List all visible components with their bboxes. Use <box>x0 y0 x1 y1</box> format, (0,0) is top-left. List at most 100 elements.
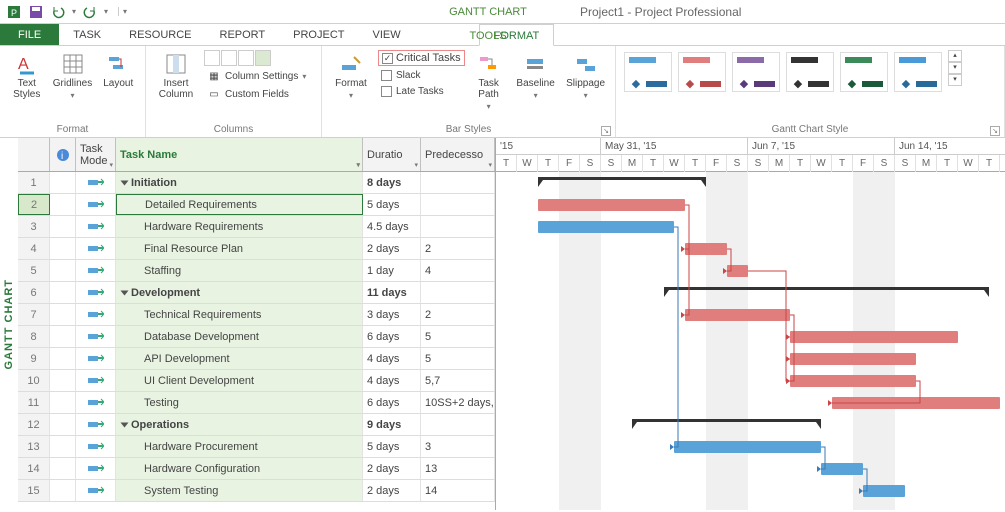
redo-icon[interactable] <box>82 4 98 20</box>
duration-cell[interactable]: 1 day <box>363 260 421 281</box>
tab-project[interactable]: PROJECT <box>279 24 358 45</box>
row-number[interactable]: 4 <box>18 238 50 259</box>
task-mode-cell[interactable] <box>76 172 116 193</box>
align-right-button[interactable] <box>238 50 254 66</box>
table-row[interactable]: 3 Hardware Requirements 4.5 days <box>18 216 495 238</box>
task-name-cell[interactable]: Detailed Requirements <box>116 194 363 215</box>
task-name-cell[interactable]: Final Resource Plan <box>116 238 363 259</box>
col-predecessors[interactable]: Predecesso▾ <box>421 138 495 171</box>
predecessor-cell[interactable]: 5,7 <box>421 370 495 391</box>
table-row[interactable]: 7 Technical Requirements 3 days 2 <box>18 304 495 326</box>
wrap-text-button[interactable] <box>255 50 271 66</box>
row-number[interactable]: 11 <box>18 392 50 413</box>
timescale-header[interactable]: '15May 31, '15Jun 7, '15Jun 14, '15TWTFS… <box>496 138 1005 172</box>
gantt-style-option[interactable] <box>678 52 726 92</box>
undo-icon[interactable] <box>50 4 66 20</box>
table-row[interactable]: 13 Hardware Procurement 5 days 3 <box>18 436 495 458</box>
gantt-bar[interactable] <box>685 309 790 321</box>
dropdown-icon[interactable]: ▾ <box>109 161 113 169</box>
gantt-style-option[interactable] <box>840 52 888 92</box>
slippage-button[interactable]: Slippage▾ <box>563 50 609 102</box>
task-mode-cell[interactable] <box>76 458 116 479</box>
predecessor-cell[interactable]: 2 <box>421 238 495 259</box>
predecessor-cell[interactable] <box>421 172 495 193</box>
gallery-more-button[interactable]: ▾ <box>948 74 962 86</box>
task-name-cell[interactable]: System Testing <box>116 480 363 501</box>
tab-report[interactable]: REPORT <box>206 24 280 45</box>
app-icon[interactable]: P <box>6 4 22 20</box>
tab-resource[interactable]: RESOURCE <box>115 24 205 45</box>
task-name-cell[interactable]: Technical Requirements <box>116 304 363 325</box>
task-mode-cell[interactable] <box>76 282 116 303</box>
gantt-bar[interactable] <box>832 397 1000 409</box>
row-number[interactable]: 9 <box>18 348 50 369</box>
predecessor-cell[interactable]: 2 <box>421 304 495 325</box>
insert-column-button[interactable]: Insert Column <box>152 50 200 102</box>
gantt-style-launcher[interactable]: ↘ <box>990 126 1000 136</box>
table-row[interactable]: 15 System Testing 2 days 14 <box>18 480 495 502</box>
row-number[interactable]: 10 <box>18 370 50 391</box>
task-name-cell[interactable]: Hardware Procurement <box>116 436 363 457</box>
layout-button[interactable]: Layout <box>98 50 140 91</box>
table-row[interactable]: 2 Detailed Requirements 5 days <box>18 194 495 216</box>
duration-cell[interactable]: 9 days <box>363 414 421 435</box>
text-styles-button[interactable]: A Text Styles <box>6 50 48 102</box>
predecessor-cell[interactable]: 4 <box>421 260 495 281</box>
task-mode-cell[interactable] <box>76 216 116 237</box>
col-duration[interactable]: Duratio▾ <box>363 138 421 171</box>
gantt-style-option[interactable] <box>732 52 780 92</box>
row-number[interactable]: 2 <box>18 194 50 215</box>
row-number[interactable]: 8 <box>18 326 50 347</box>
predecessor-cell[interactable] <box>421 194 495 215</box>
task-mode-cell[interactable] <box>76 194 116 215</box>
dropdown-icon[interactable]: ▾ <box>414 161 418 169</box>
collapse-icon[interactable] <box>121 290 129 295</box>
format-bar-button[interactable]: Format▾ <box>328 50 374 102</box>
table-row[interactable]: 5 Staffing 1 day 4 <box>18 260 495 282</box>
row-number[interactable]: 12 <box>18 414 50 435</box>
task-mode-cell[interactable] <box>76 348 116 369</box>
redo-dropdown-icon[interactable]: ▾ <box>104 7 108 16</box>
table-row[interactable]: 10 UI Client Development 4 days 5,7 <box>18 370 495 392</box>
gantt-bar[interactable] <box>674 441 821 453</box>
baseline-button[interactable]: Baseline▾ <box>513 50 559 102</box>
tab-view[interactable]: VIEW <box>358 24 414 45</box>
gantt-bar[interactable] <box>790 331 958 343</box>
dropdown-icon[interactable]: ▾ <box>488 161 492 169</box>
task-mode-cell[interactable] <box>76 238 116 259</box>
tab-file[interactable]: FILE <box>0 24 59 45</box>
predecessor-cell[interactable]: 5 <box>421 348 495 369</box>
task-mode-cell[interactable] <box>76 304 116 325</box>
duration-cell[interactable]: 11 days <box>363 282 421 303</box>
task-name-cell[interactable]: Database Development <box>116 326 363 347</box>
col-task-mode[interactable]: Task Mode▾ <box>76 138 116 171</box>
row-number[interactable]: 13 <box>18 436 50 457</box>
gantt-bar[interactable] <box>821 463 863 475</box>
custom-fields-button[interactable]: ▭Custom Fields <box>204 86 309 102</box>
gallery-up-button[interactable]: ▴ <box>948 50 962 62</box>
late-tasks-checkbox[interactable]: Late Tasks <box>378 85 465 98</box>
gantt-chart-area[interactable] <box>496 172 1005 510</box>
save-icon[interactable] <box>28 4 44 20</box>
summary-bar[interactable] <box>664 287 989 295</box>
table-row[interactable]: 8 Database Development 6 days 5 <box>18 326 495 348</box>
gantt-bar[interactable] <box>727 265 748 277</box>
table-row[interactable]: 14 Hardware Configuration 2 days 13 <box>18 458 495 480</box>
task-name-cell[interactable]: API Development <box>116 348 363 369</box>
row-number[interactable]: 1 <box>18 172 50 193</box>
duration-cell[interactable]: 2 days <box>363 238 421 259</box>
predecessor-cell[interactable]: 14 <box>421 480 495 501</box>
duration-cell[interactable]: 4 days <box>363 370 421 391</box>
gantt-bar[interactable] <box>790 375 916 387</box>
row-number[interactable]: 14 <box>18 458 50 479</box>
row-number[interactable]: 5 <box>18 260 50 281</box>
task-name-cell[interactable]: Development <box>116 282 363 303</box>
gantt-bar[interactable] <box>685 243 727 255</box>
task-mode-cell[interactable] <box>76 260 116 281</box>
task-name-cell[interactable]: Staffing <box>116 260 363 281</box>
task-mode-cell[interactable] <box>76 392 116 413</box>
undo-dropdown-icon[interactable]: ▾ <box>72 7 76 16</box>
duration-cell[interactable]: 6 days <box>363 326 421 347</box>
align-left-button[interactable] <box>204 50 220 66</box>
row-number[interactable]: 15 <box>18 480 50 501</box>
